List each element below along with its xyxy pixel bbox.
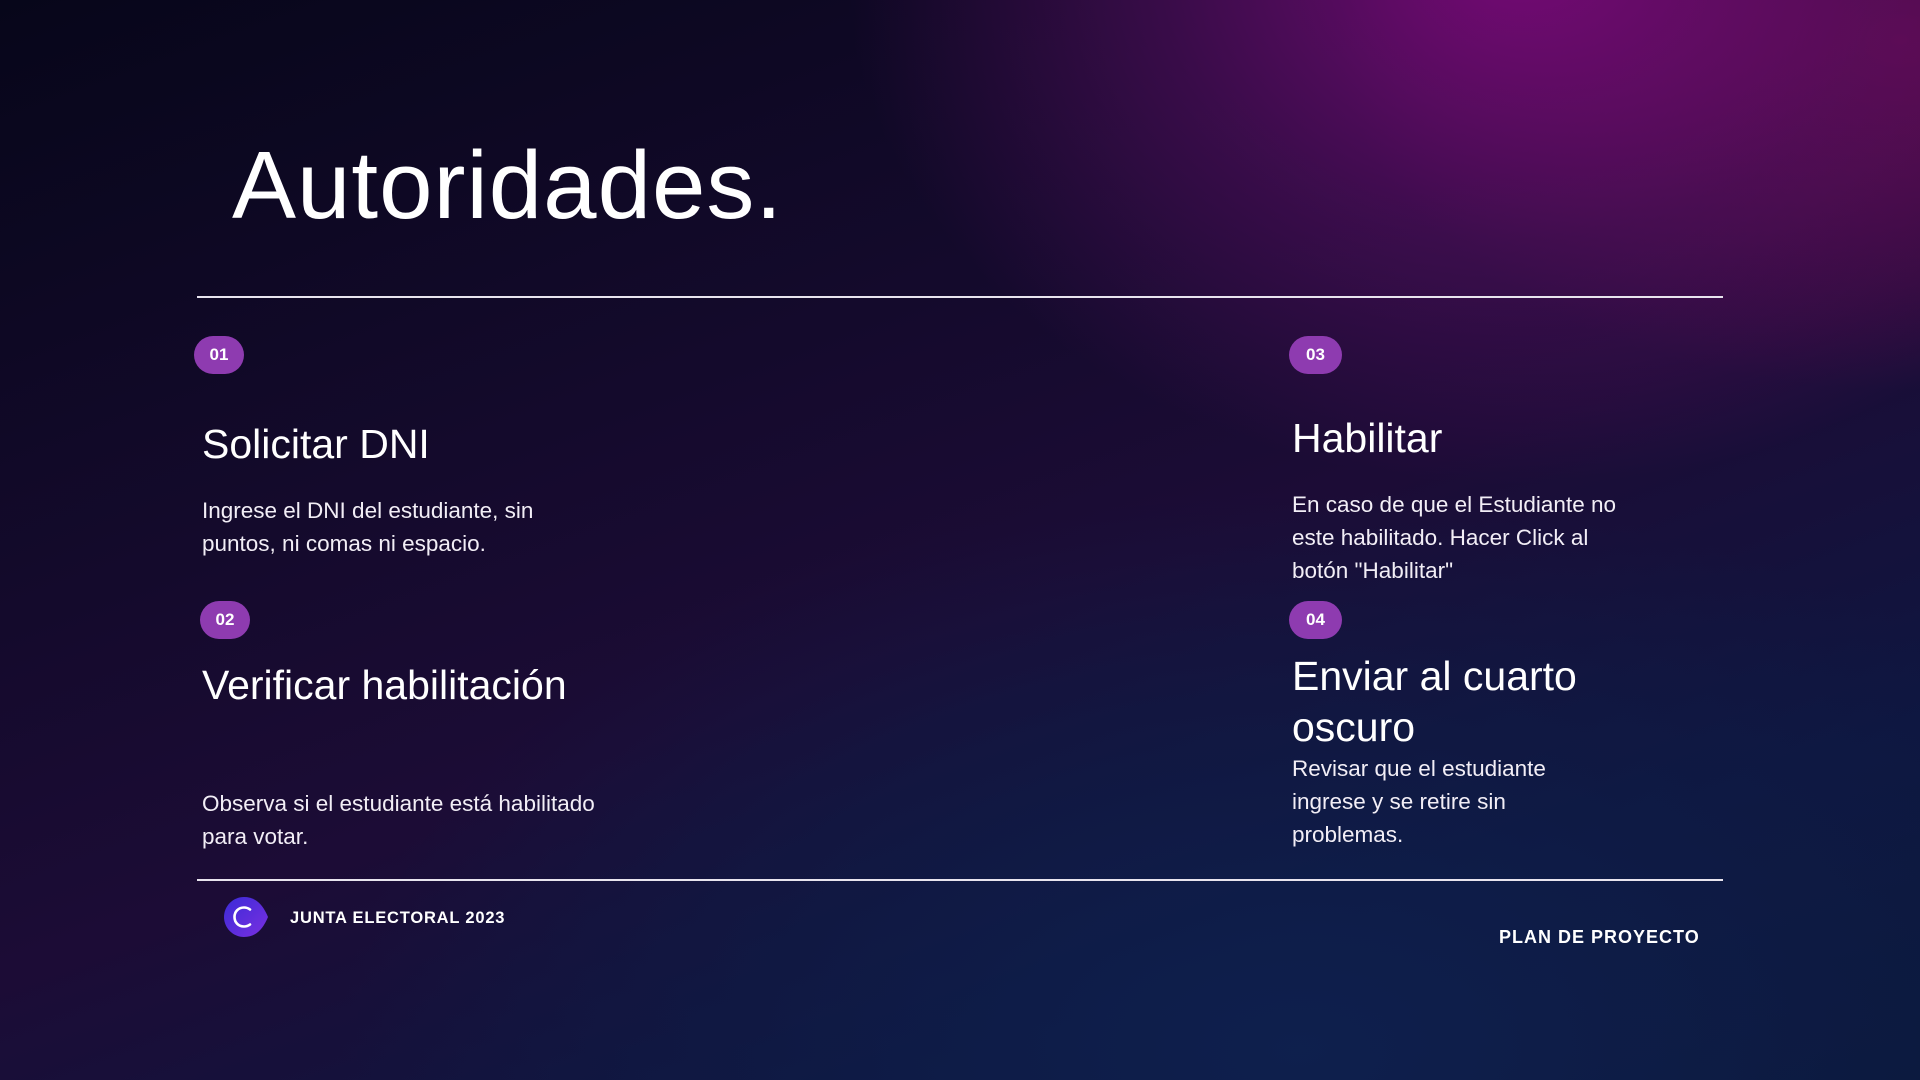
footer-project-label: PLAN DE PROYECTO [1499,927,1700,947]
step-number-badge: 04 [1289,601,1342,639]
top-divider [197,296,1723,298]
c-circle-logo-icon [223,896,269,938]
step-title: Habilitar [1292,415,1443,461]
step-description: En caso de que el Estudiante no este hab… [1292,492,1616,583]
step-number-badge: 03 [1289,336,1342,374]
step-number-badge: 02 [200,601,250,639]
step-title: Enviar al cuarto oscuro [1292,653,1577,750]
slide-title: Autoridades. [232,132,784,239]
step-title: Verificar habilitación [202,662,567,708]
step-description: Observa si el estudiante está habilitado… [202,791,595,849]
step-description: Revisar que el estudiante ingrese y se r… [1292,756,1546,847]
footer-brand-name: JUNTA ELECTORAL 2023 [290,909,506,927]
step-title: Solicitar DNI [202,421,430,467]
step-number-badge: 01 [194,336,244,374]
slide: Autoridades. 01 Solicitar DNI Ingrese el… [0,0,1920,1080]
step-description: Ingrese el DNI del estudiante, sin punto… [202,498,534,556]
bottom-divider [197,879,1723,881]
